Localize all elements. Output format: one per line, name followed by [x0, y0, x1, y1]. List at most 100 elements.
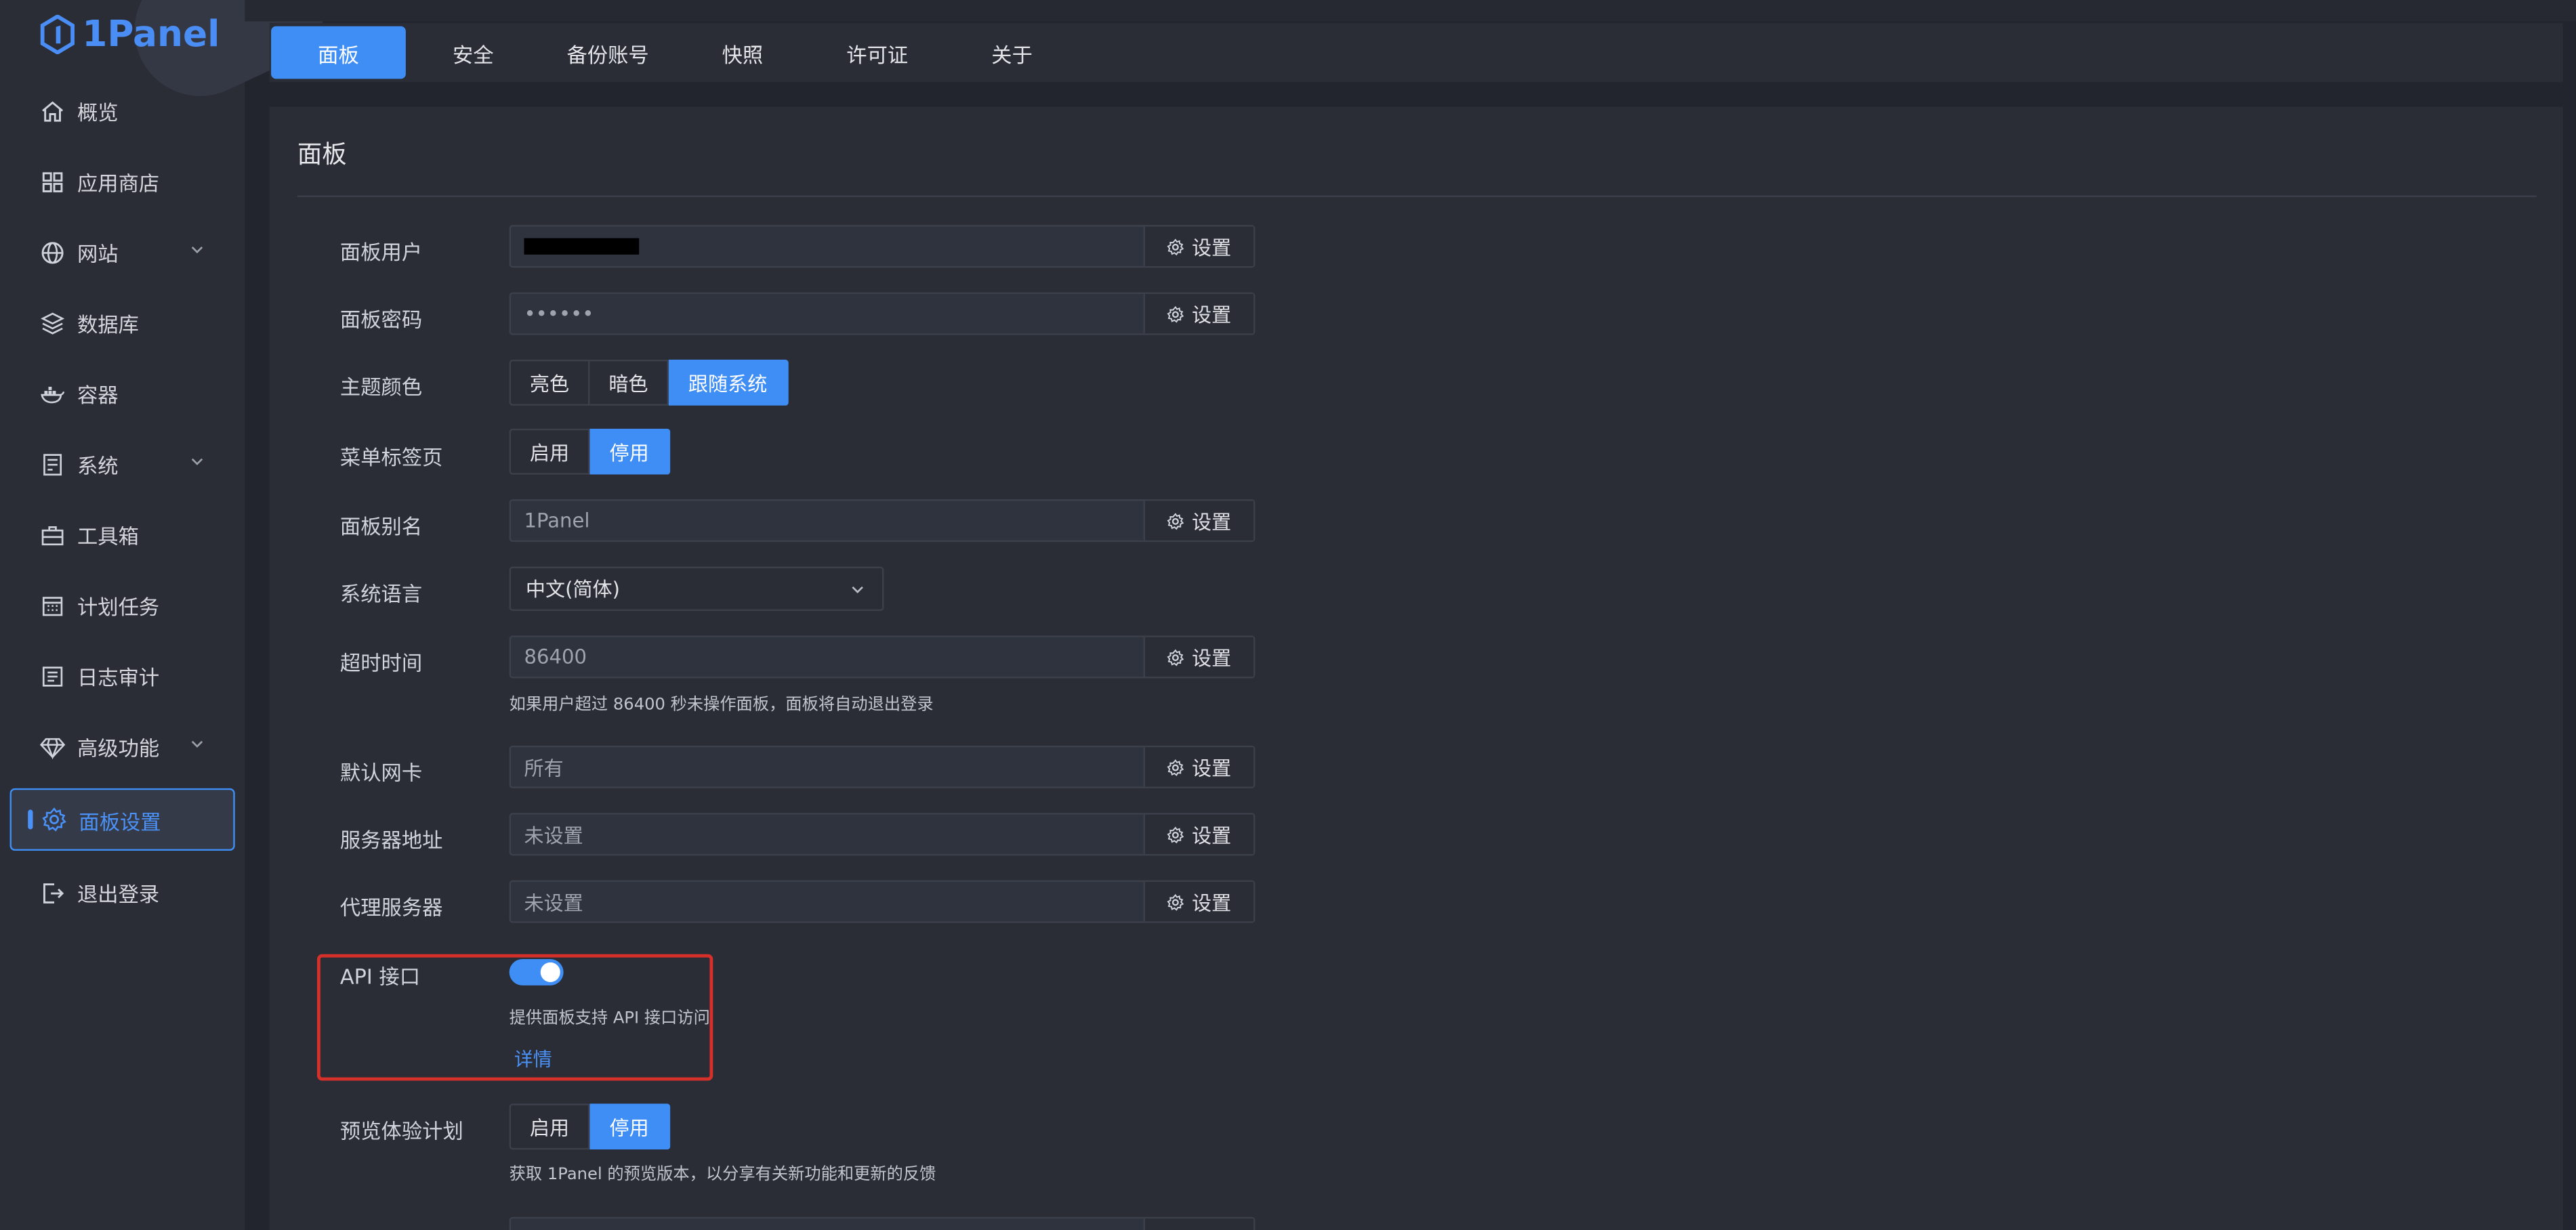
api-interface-switch[interactable]	[509, 959, 564, 985]
panel-user-input[interactable]	[511, 227, 1144, 266]
sidebar-item-log-audit[interactable]: 日志审计	[0, 641, 245, 711]
gear-icon	[1167, 305, 1185, 322]
set-label: 设置	[1192, 303, 1232, 326]
default-nic-field: 所有 设置	[509, 745, 1255, 788]
docker-icon	[39, 380, 66, 406]
tab-snapshot[interactable]: 快照	[676, 26, 810, 79]
tab-security[interactable]: 安全	[406, 26, 541, 79]
default-nic-label: 默认网卡	[339, 760, 423, 786]
timeout-label: 超时时间	[339, 650, 423, 675]
sidebar-item-cron[interactable]: 计划任务	[0, 570, 245, 640]
sidebar-item-panel-settings[interactable]: 面板设置	[9, 788, 235, 851]
panel-user-field: 设置	[509, 225, 1255, 268]
sidebar-item-website[interactable]: 网站	[0, 217, 245, 287]
api-interface-label: API 接口	[339, 964, 421, 989]
logout-icon	[39, 879, 66, 906]
panel-divider	[297, 195, 2537, 197]
sidebar-item-label: 计划任务	[77, 594, 160, 620]
theme-option-dark[interactable]: 暗色	[589, 360, 669, 406]
sidebar-item-label: 概览	[77, 100, 119, 125]
sidebar-item-advanced[interactable]: 高级功能	[0, 711, 245, 782]
language-selected-value: 中文(简体)	[525, 578, 621, 601]
panel-password-field: •••••• 设置	[509, 292, 1255, 335]
gear-icon	[1167, 893, 1185, 910]
logo[interactable]: 1Panel	[39, 12, 220, 58]
sidebar-item-container[interactable]: 容器	[0, 358, 245, 429]
server-address-label: 服务器地址	[339, 828, 443, 853]
sidebar-item-overview[interactable]: 概览	[0, 76, 245, 146]
default-nic-set-button[interactable]: 设置	[1143, 747, 1254, 787]
default-nic-input[interactable]: 所有	[511, 747, 1144, 786]
panel-password-label: 面板密码	[339, 307, 423, 332]
panel-alias-set-button[interactable]: 设置	[1143, 501, 1254, 540]
preview-program-selector: 启用 停用	[509, 1103, 671, 1150]
preview-option-enable[interactable]: 启用	[509, 1103, 590, 1150]
diamond-icon	[39, 734, 66, 760]
timeout-set-button[interactable]: 设置	[1143, 637, 1254, 677]
set-label: 设置	[1192, 646, 1232, 670]
timeout-field: 86400 设置	[509, 635, 1255, 679]
sidebar-item-label: 网站	[77, 241, 119, 266]
sidebar-menu: 概览 应用商店 网站 数据库 容器 系统 工具箱 计划任务 日志审计 高级功能 …	[0, 76, 245, 928]
panel-password-input[interactable]: ••••••	[511, 294, 1144, 333]
panel-user-set-button[interactable]: 设置	[1143, 226, 1254, 266]
grid-icon	[39, 169, 66, 195]
sidebar: 1Panel 概览 应用商店 网站 数据库 容器 系统 工具箱 计划任务 日志审…	[0, 0, 348, 1230]
globe-icon	[39, 239, 66, 266]
chevron-down-icon	[191, 246, 203, 254]
tab-license[interactable]: 许可证	[810, 26, 944, 79]
chevron-down-icon	[191, 458, 203, 465]
gear-icon	[1167, 826, 1185, 843]
sidebar-item-database[interactable]: 数据库	[0, 287, 245, 358]
tab-about[interactable]: 关于	[944, 26, 1079, 79]
log-icon	[39, 662, 66, 689]
sidebar-item-label: 数据库	[77, 312, 139, 337]
panel-password-set-button[interactable]: 设置	[1143, 294, 1254, 334]
sidebar-item-toolbox[interactable]: 工具箱	[0, 499, 245, 570]
api-help-text: 提供面板支持 API 接口访问	[509, 1010, 710, 1028]
server-icon	[39, 451, 66, 478]
panel-alias-label: 面板别名	[339, 513, 423, 539]
language-select[interactable]: 中文(简体)	[509, 566, 884, 611]
sidebar-item-app-store[interactable]: 应用商店	[0, 146, 245, 217]
panel-title: 面板	[297, 140, 347, 169]
panel-alias-input[interactable]: 1Panel	[511, 501, 1144, 540]
tab-backup-account[interactable]: 备份账号	[541, 26, 676, 79]
next-row-field	[509, 1216, 1255, 1230]
preview-option-disable[interactable]: 停用	[589, 1103, 671, 1150]
sidebar-item-label: 高级功能	[77, 736, 160, 761]
proxy-server-field: 未设置 设置	[509, 880, 1255, 923]
menu-tabs-option-enable[interactable]: 启用	[509, 428, 590, 475]
menu-tabs-option-disable[interactable]: 停用	[589, 428, 671, 475]
tab-panel[interactable]: 面板	[271, 26, 406, 79]
panel-alias-field: 1Panel 设置	[509, 499, 1255, 543]
top-strip	[245, 0, 2576, 22]
menu-tabs-label: 菜单标签页	[339, 445, 443, 470]
switch-knob	[540, 962, 560, 982]
api-details-link[interactable]: 详情	[514, 1046, 552, 1073]
proxy-server-input[interactable]: 未设置	[511, 882, 1144, 921]
settings-panel: 面板 面板用户 设置 面板密码 •••••• 设置 主题颜色 亮色 暗色 跟随系…	[269, 106, 2563, 1230]
logo-text: 1Panel	[82, 14, 220, 56]
home-icon	[39, 98, 66, 124]
server-address-field: 未设置 设置	[509, 813, 1255, 856]
sidebar-item-logout[interactable]: 退出登录	[0, 857, 245, 928]
theme-selector: 亮色 暗色 跟随系统	[509, 360, 789, 406]
theme-label: 主题颜色	[339, 374, 423, 400]
sidebar-item-system[interactable]: 系统	[0, 429, 245, 499]
app-root: 1Panel 概览 应用商店 网站 数据库 容器 系统 工具箱 计划任务 日志审…	[0, 0, 2576, 1230]
next-row-input[interactable]	[511, 1218, 1144, 1230]
next-row-button[interactable]	[1143, 1218, 1254, 1230]
panel-user-label: 面板用户	[339, 240, 423, 265]
gear-icon	[1167, 512, 1185, 529]
server-address-set-button[interactable]: 设置	[1143, 814, 1254, 854]
proxy-server-set-button[interactable]: 设置	[1143, 882, 1254, 922]
theme-option-light[interactable]: 亮色	[509, 360, 590, 406]
set-label: 设置	[1192, 823, 1232, 847]
calendar-icon	[39, 592, 66, 618]
preview-program-label: 预览体验计划	[339, 1118, 463, 1143]
gear-icon	[1167, 758, 1185, 776]
timeout-input[interactable]: 86400	[511, 637, 1144, 677]
server-address-input[interactable]: 未设置	[511, 815, 1144, 854]
theme-option-system[interactable]: 跟随系统	[668, 360, 789, 406]
